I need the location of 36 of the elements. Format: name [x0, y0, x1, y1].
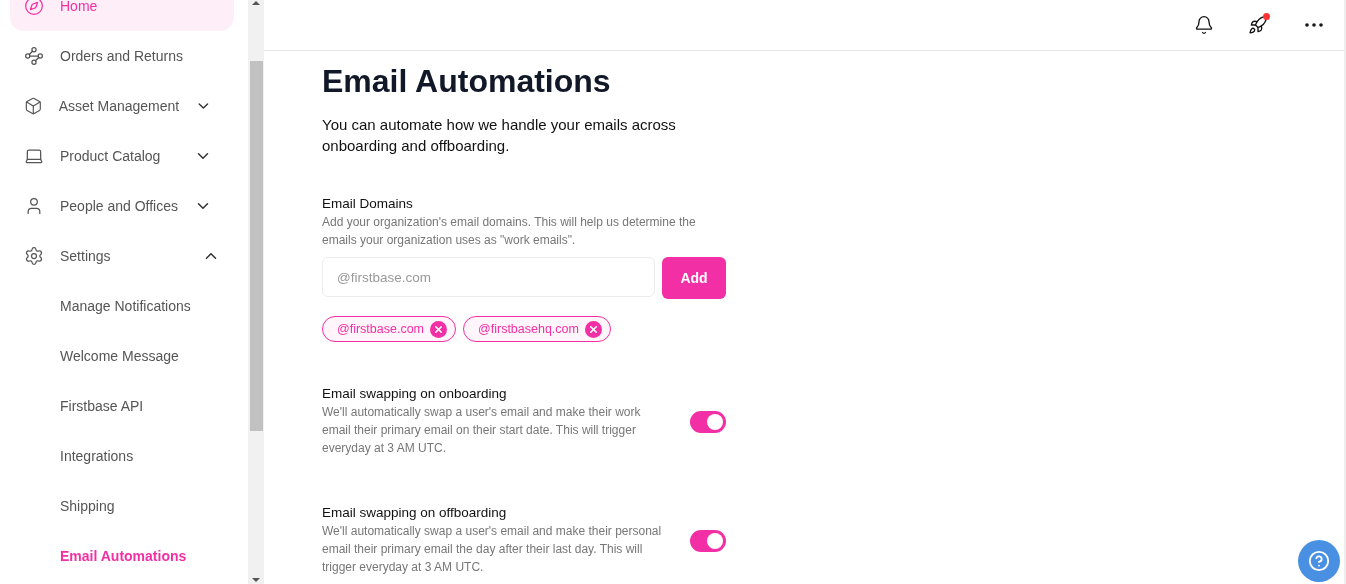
setting-description: We'll automatically swap a user's email and make their personal email their primary email the day after their last day. This will trigger everyday at 3 AM UTC. — [322, 523, 663, 576]
sidebar-subitem[interactable]: Welcome Message — [10, 331, 234, 381]
sidebar-subitem[interactable]: Firstbase API — [10, 381, 234, 431]
section-label: Email Domains — [322, 196, 414, 211]
route-icon — [24, 46, 44, 66]
sidebar-item[interactable]: People and Offices — [10, 181, 234, 231]
cube-icon — [24, 96, 43, 116]
help-button[interactable] — [1298, 540, 1340, 582]
page-title: Email Automations — [322, 63, 612, 100]
domain-tag: @firstbasehq.com — [463, 316, 611, 342]
sidebar-subitem[interactable]: Manage Notifications — [10, 281, 234, 331]
add-button[interactable]: Add — [662, 257, 726, 299]
help-icon — [1308, 550, 1330, 572]
scrollbar[interactable] — [248, 0, 264, 584]
sidebar-item[interactable]: Asset Management — [10, 81, 234, 131]
gear-icon — [24, 246, 44, 266]
compass-icon — [24, 0, 44, 16]
domain-input-field[interactable]: @firstbase.com — [322, 257, 655, 297]
section-description: Add your organization's email domains. This will help us determine the emails your organization uses as "work emails". — [322, 214, 697, 249]
setting-label: Email swapping on onboarding — [322, 386, 508, 401]
domain-tag: @firstbase.com — [322, 316, 457, 342]
setting-description: We'll automatically swap a user's email and make their work email their primary email on their start date. This will trigger everyday at 3 AM UTC. — [322, 404, 642, 457]
bell-icon[interactable] — [1194, 15, 1214, 35]
sidebar-item[interactable]: Settings — [10, 231, 234, 281]
page-subtitle: You can automate how we handle your emails across onboarding and offboarding. — [322, 115, 677, 156]
sidebar-item[interactable]: Product Catalog — [10, 131, 234, 181]
sidebar-subitem[interactable]: Integrations — [10, 431, 234, 481]
rocket-icon[interactable] — [1248, 15, 1268, 35]
sidebar-subitem[interactable]: Shipping — [10, 481, 234, 531]
remove-icon[interactable] — [430, 320, 448, 338]
toggle-switch[interactable] — [690, 410, 726, 433]
sidebar-subitem[interactable]: Email Automations — [10, 531, 234, 581]
toggle-switch[interactable] — [690, 529, 726, 552]
setting-label: Email swapping on offboarding — [322, 505, 508, 520]
remove-icon[interactable] — [584, 320, 602, 338]
sidebar-item[interactable]: Orders and Returns — [10, 31, 234, 81]
